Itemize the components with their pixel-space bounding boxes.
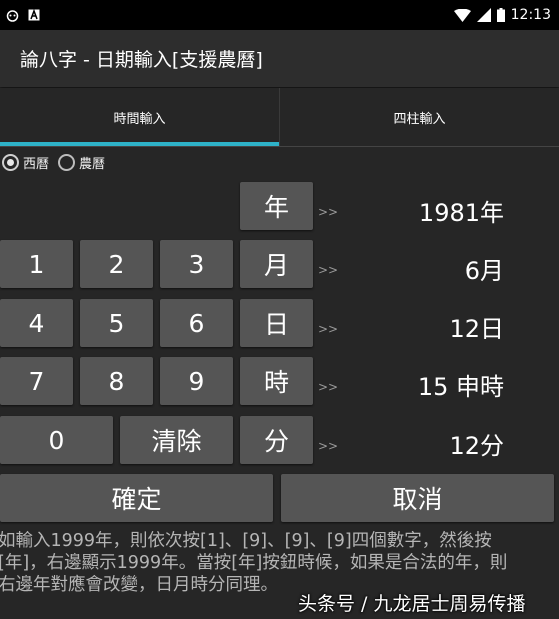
- digit-key-2[interactable]: 2: [80, 240, 153, 288]
- digit-key-5[interactable]: 5: [80, 299, 153, 347]
- app-title: 論八字 - 日期輸入[支援農曆]: [20, 49, 263, 71]
- watermark-text: 头条号 / 九龙居士周易传播: [298, 593, 526, 615]
- tab-time-input[interactable]: 時間輸入: [0, 88, 279, 146]
- year-value: 1981年: [418, 199, 504, 227]
- battery-icon: [496, 8, 505, 22]
- year-arrow: >>: [318, 205, 339, 219]
- month-key[interactable]: 月: [240, 240, 313, 288]
- digit-key-9[interactable]: 9: [160, 357, 233, 405]
- hour-key[interactable]: 時: [240, 357, 313, 405]
- confirm-button[interactable]: 確定: [0, 474, 273, 522]
- month-arrow: >>: [318, 263, 339, 277]
- tab-divider: [0, 146, 559, 147]
- minute-value: 12分: [449, 432, 504, 460]
- minute-arrow: >>: [318, 439, 339, 453]
- hour-value: 15 申時: [417, 373, 504, 401]
- clear-button[interactable]: 清除: [120, 416, 233, 464]
- cancel-button[interactable]: 取消: [281, 474, 554, 522]
- digit-key-4[interactable]: 4: [0, 299, 73, 347]
- calendar-mode-radio-group: 西曆 農曆: [2, 151, 110, 173]
- text-a-icon: [28, 9, 40, 21]
- day-arrow: >>: [318, 322, 339, 336]
- wifi-icon: [453, 8, 471, 22]
- digit-key-0[interactable]: 0: [0, 416, 113, 464]
- digit-key-6[interactable]: 6: [160, 299, 233, 347]
- digit-key-8[interactable]: 8: [80, 357, 153, 405]
- radio-lunar[interactable]: [58, 153, 76, 171]
- tab-label: 四柱輸入: [393, 111, 446, 127]
- radio-gregorian-label[interactable]: 西曆: [23, 153, 49, 172]
- year-key[interactable]: 年: [240, 182, 313, 230]
- app-bar: 論八字 - 日期輸入[支援農曆]: [0, 30, 559, 87]
- hour-arrow: >>: [318, 380, 339, 394]
- day-value: 12日: [449, 315, 504, 343]
- status-bar: 12:13: [0, 0, 559, 30]
- tab-label: 時間輸入: [113, 111, 166, 127]
- digit-key-3[interactable]: 3: [160, 240, 233, 288]
- month-value: 6月: [464, 257, 504, 285]
- radio-gregorian[interactable]: [2, 153, 19, 171]
- day-key[interactable]: 日: [240, 299, 313, 347]
- status-time: 12:13: [510, 7, 551, 23]
- cell-signal-icon: [476, 8, 491, 22]
- android-debug-icon: [6, 9, 19, 22]
- minute-key[interactable]: 分: [240, 416, 313, 464]
- digit-key-1[interactable]: 1: [0, 240, 73, 288]
- radio-lunar-label[interactable]: 農曆: [79, 153, 105, 172]
- digit-key-7[interactable]: 7: [0, 357, 73, 405]
- help-text: 如輸入1999年，則依次按[1]、[9]、[9]、[9]四個數字，然後按 [年]…: [0, 531, 508, 595]
- tab-bar: 時間輸入 四柱輸入: [0, 88, 559, 146]
- tab-four-pillars-input[interactable]: 四柱輸入: [279, 88, 559, 146]
